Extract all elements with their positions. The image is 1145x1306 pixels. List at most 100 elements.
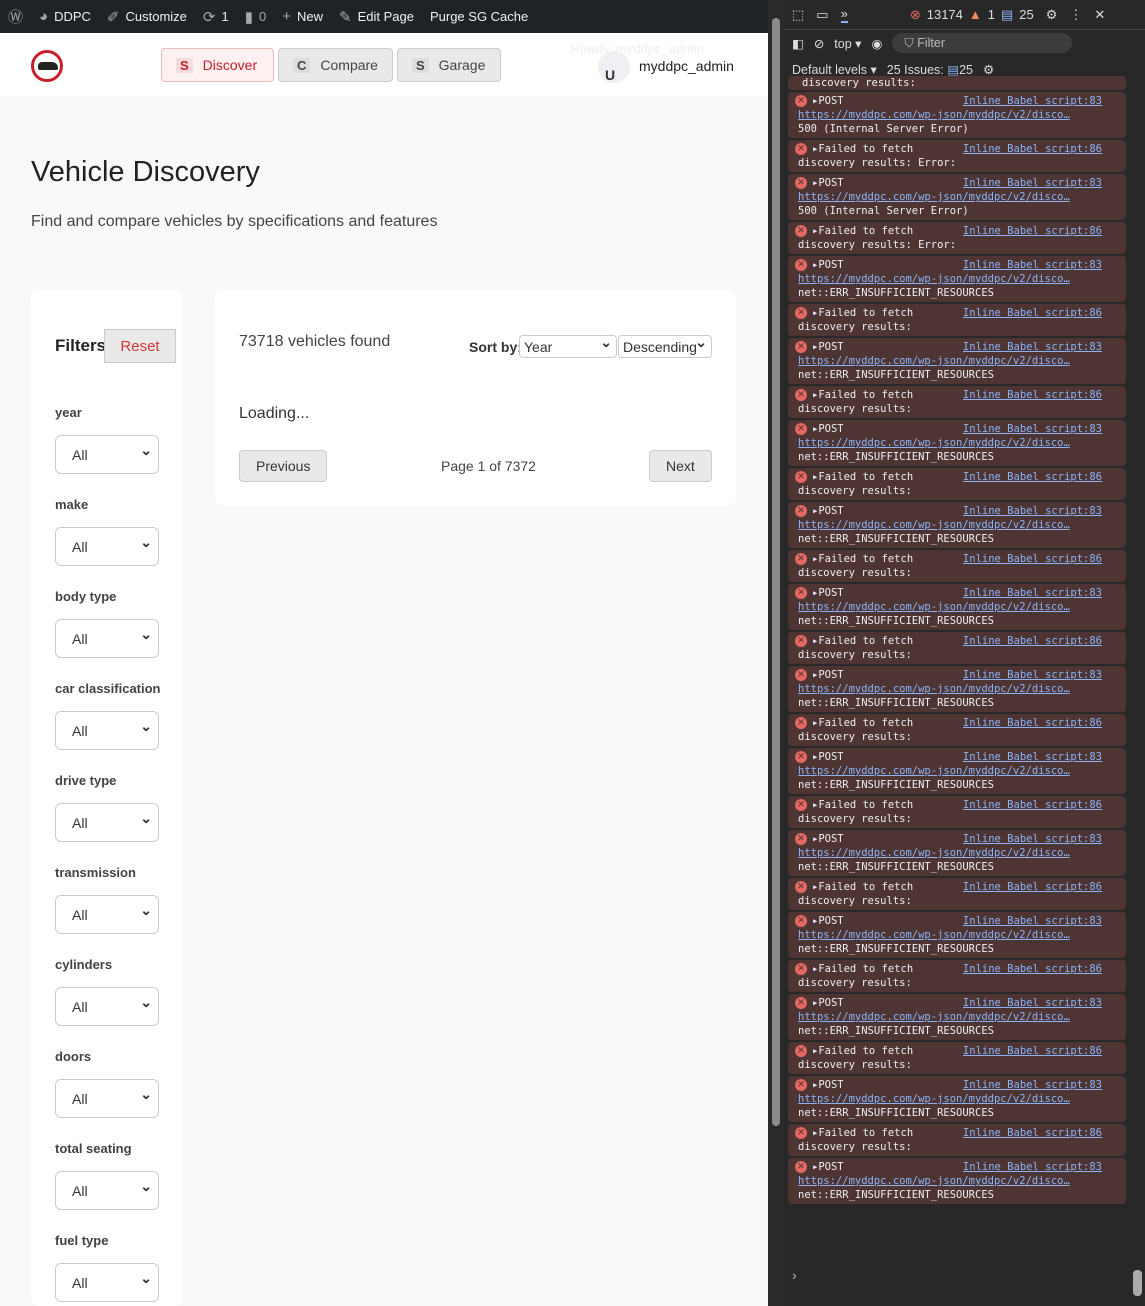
filter-select[interactable]: All [55,987,159,1026]
console-entry[interactable]: ✕ ▸Failed to fetch Inline Babel script:86 d… [788,386,1126,418]
source-link[interactable]: Inline Babel script:83 [963,750,1102,764]
console-entry[interactable]: ✕ ▸POST Inline Babel script:83 https://mydd… [788,256,1126,302]
sort-order-select[interactable]: Descending [618,334,712,358]
source-link[interactable]: Inline Babel script:86 [963,1044,1102,1058]
console-entry[interactable]: ✕ ▸Failed to fetch Inline Babel script:86 d… [788,304,1126,336]
comments-link[interactable]: ▮ 0 [237,0,275,33]
console-entry[interactable]: ✕ ▸Failed to fetch Inline Babel script:86 d… [788,222,1126,254]
console-prompt[interactable]: › [792,1267,797,1283]
page-scrollbar[interactable] [768,0,784,1306]
updates-link[interactable]: ⟳ 1 [195,0,237,33]
more-tabs-icon[interactable]: » [840,6,848,23]
avatar[interactable]: U [598,51,630,83]
filter-select[interactable]: All [55,1171,159,1210]
wordpress-logo-button[interactable]: Ⓦ [0,0,31,33]
console-entry[interactable]: ✕ ▸Failed to fetch Inline Babel script:86 d… [788,632,1126,664]
source-link[interactable]: Inline Babel script:86 [963,306,1102,320]
source-link[interactable]: Inline Babel script:83 [963,586,1102,600]
inspect-icon[interactable]: ⬚ [792,7,804,23]
message-counts[interactable]: ⊗ 13174 ▲ 1 ▤ 25 [910,7,1034,23]
source-link[interactable]: Inline Babel script:86 [963,1126,1102,1140]
more-options-icon[interactable]: ⋮ [1069,7,1082,23]
filter-select[interactable]: All [55,527,159,566]
source-link[interactable]: Inline Babel script:83 [963,996,1102,1010]
source-link[interactable]: Inline Babel script:83 [963,1078,1102,1092]
request-url-link[interactable]: https://myddpc.com/wp-json/myddpc/v2/dis… [798,191,1070,203]
edit-page-link[interactable]: ✎ Edit Page [331,0,422,33]
console-entry[interactable]: ✕ ▸POST Inline Babel script:83 https://mydd… [788,912,1126,958]
context-select[interactable]: top ▾ [834,36,861,51]
close-icon[interactable]: ✕ [1094,7,1105,23]
console-entry[interactable]: ✕ ▸POST Inline Babel script:83 https://mydd… [788,994,1126,1040]
console-scrollbar-thumb[interactable] [1133,1270,1142,1296]
filter-select[interactable]: All [55,435,159,474]
console-entry[interactable]: ✕ ▸POST Inline Babel script:83 https://mydd… [788,92,1126,138]
console-entry[interactable]: ✕ ▸Failed to fetch Inline Babel script:86 d… [788,796,1126,828]
purge-cache-link[interactable]: Purge SG Cache [422,0,536,33]
settings-icon[interactable]: ⚙ [1046,7,1058,23]
filter-select[interactable]: All [55,711,159,750]
source-link[interactable]: Inline Babel script:86 [963,880,1102,894]
device-toggle-icon[interactable]: ▭ [816,7,828,23]
console-entry[interactable]: ✕ ▸Failed to fetch Inline Babel script:86 d… [788,140,1126,172]
console-entry[interactable]: ✕ ▸Failed to fetch Inline Babel script:86 d… [788,1124,1126,1156]
source-link[interactable]: Inline Babel script:86 [963,798,1102,812]
console-entry[interactable]: ✕ ▸POST Inline Babel script:83 https://mydd… [788,174,1126,220]
request-url-link[interactable]: https://myddpc.com/wp-json/myddpc/v2/dis… [798,683,1070,695]
request-url-link[interactable]: https://myddpc.com/wp-json/myddpc/v2/dis… [798,1011,1070,1023]
howdy-text[interactable]: Howdy, myddpc_admin [570,41,720,56]
nav-garage[interactable]: S Garage [397,48,501,82]
source-link[interactable]: Inline Babel script:83 [963,422,1102,436]
previous-button[interactable]: Previous [239,450,328,482]
source-link[interactable]: Inline Babel script:86 [963,634,1102,648]
console-entry[interactable]: ✕ ▸POST Inline Babel script:83 https://mydd… [788,420,1126,466]
console-entry[interactable]: ✕ ▸Failed to fetch Inline Babel script:86 d… [788,960,1126,992]
request-url-link[interactable]: https://myddpc.com/wp-json/myddpc/v2/dis… [798,601,1070,613]
console-entry[interactable]: ✕ ▸Failed to fetch Inline Babel script:86 d… [788,550,1126,582]
request-url-link[interactable]: https://myddpc.com/wp-json/myddpc/v2/dis… [798,847,1070,859]
source-link[interactable]: Inline Babel script:86 [963,552,1102,566]
request-url-link[interactable]: https://myddpc.com/wp-json/myddpc/v2/dis… [798,519,1070,531]
console-entry[interactable]: ✕ ▸POST Inline Babel script:83 https://mydd… [788,830,1126,876]
clear-console-icon[interactable]: ⊘ [814,36,824,51]
source-link[interactable]: Inline Babel script:83 [963,668,1102,682]
site-name-link[interactable]: ◕ DDPC [31,0,99,33]
console-entry[interactable]: ✕ ▸POST Inline Babel script:83 https://mydd… [788,1076,1126,1122]
sidebar-toggle-icon[interactable]: ◧ [792,36,804,51]
filter-select[interactable]: All [55,803,159,842]
source-link[interactable]: Inline Babel script:83 [963,94,1102,108]
source-link[interactable]: Inline Babel script:86 [963,224,1102,238]
source-link[interactable]: Inline Babel script:83 [963,1160,1102,1174]
console-entry[interactable]: ✕ ▸POST Inline Babel script:83 https://mydd… [788,338,1126,384]
console-scrollbar[interactable] [1130,80,1145,1306]
console-settings-icon[interactable]: ⚙ [983,62,994,77]
request-url-link[interactable]: https://myddpc.com/wp-json/myddpc/v2/dis… [798,437,1070,449]
console-entry[interactable]: ✕ ▸Failed to fetch Inline Babel script:86 d… [788,714,1126,746]
console-entry[interactable]: ✕ ▸POST Inline Babel script:83 https://mydd… [788,584,1126,630]
request-url-link[interactable]: https://myddpc.com/wp-json/myddpc/v2/dis… [798,273,1070,285]
console-entry[interactable]: ✕ ▸POST Inline Babel script:83 https://mydd… [788,748,1126,794]
request-url-link[interactable]: https://myddpc.com/wp-json/myddpc/v2/dis… [798,1175,1070,1187]
source-link[interactable]: Inline Babel script:83 [963,504,1102,518]
filter-select[interactable]: All [55,619,159,658]
request-url-link[interactable]: https://myddpc.com/wp-json/myddpc/v2/dis… [798,355,1070,367]
reset-button[interactable]: Reset [104,329,176,363]
source-link[interactable]: Inline Babel script:86 [963,388,1102,402]
console-entry[interactable]: ✕ ▸POST Inline Babel script:83 https://mydd… [788,502,1126,548]
request-url-link[interactable]: https://myddpc.com/wp-json/myddpc/v2/dis… [798,929,1070,941]
filter-select[interactable]: All [55,1079,159,1118]
levels-select[interactable]: Default levels ▾ [792,62,877,77]
filter-select[interactable]: All [55,895,159,934]
source-link[interactable]: Inline Babel script:83 [963,832,1102,846]
new-link[interactable]: + New [274,0,331,33]
next-button[interactable]: Next [649,450,712,482]
nav-discover[interactable]: S Discover [161,48,274,82]
source-link[interactable]: Inline Babel script:83 [963,176,1102,190]
site-logo[interactable] [31,50,63,82]
source-link[interactable]: Inline Babel script:83 [963,340,1102,354]
source-link[interactable]: Inline Babel script:86 [963,716,1102,730]
scrollbar-thumb[interactable] [772,18,780,1126]
username[interactable]: myddpc_admin [639,58,749,74]
source-link[interactable]: Inline Babel script:83 [963,258,1102,272]
console-entry[interactable]: ✕ ▸Failed to fetch Inline Babel script:86 d… [788,878,1126,910]
